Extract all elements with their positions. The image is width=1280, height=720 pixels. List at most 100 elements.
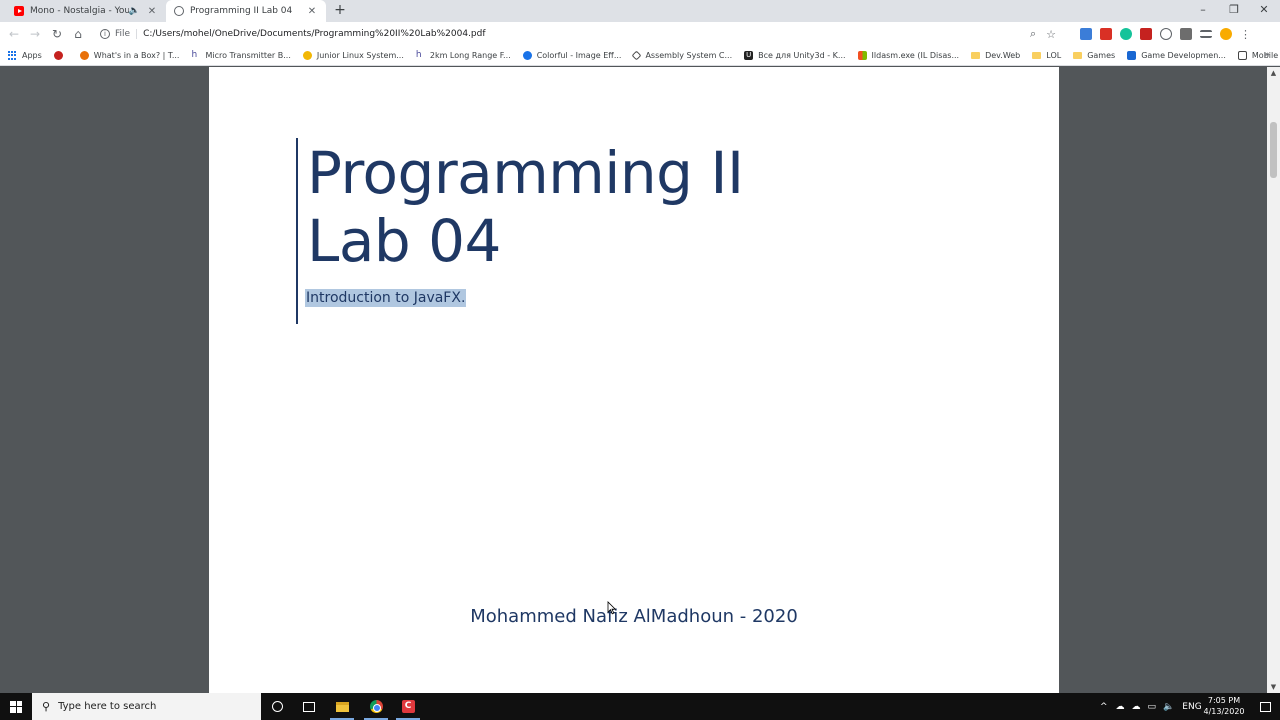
start-button[interactable] xyxy=(0,693,32,720)
scroll-up-icon[interactable]: ▲ xyxy=(1267,67,1280,79)
bookmark-item[interactable]: h Micro Transmitter B... xyxy=(191,51,291,61)
extensions-area: ⋮ xyxy=(1076,24,1251,44)
bookmark-folder[interactable]: Dev.Web xyxy=(971,51,1020,60)
home-icon[interactable]: ⌂ xyxy=(70,26,86,42)
bookmark-label: 2km Long Range F... xyxy=(429,51,511,60)
unity-icon xyxy=(632,50,642,61)
folder-icon xyxy=(971,52,981,59)
bookmarks-bar: Apps What's in a Box? | T... h Micro Tran… xyxy=(0,46,1280,66)
forward-icon[interactable]: → xyxy=(27,26,43,42)
onedrive-icon[interactable]: ☁ xyxy=(1116,702,1125,712)
windows-taskbar: ⚲ Type here to search C ^ ☁ ☁ ▭ 🔈 ENG 7:… xyxy=(0,693,1280,720)
scroll-down-icon[interactable]: ▼ xyxy=(1267,681,1280,693)
bookmark-folder[interactable]: LOL xyxy=(1032,51,1061,60)
info-icon[interactable]: i xyxy=(100,29,110,39)
bookmark-item[interactable]: What's in a Box? | T... xyxy=(79,51,179,60)
bookmark-label: Все для Unity3d - K... xyxy=(758,51,846,60)
bookmark-label: Assembly System C... xyxy=(645,51,733,60)
bookmark-item[interactable]: h 2km Long Range F... xyxy=(416,51,511,61)
minimize-button[interactable]: – xyxy=(1187,0,1219,22)
reading-list-icon[interactable] xyxy=(1200,30,1212,38)
bookmark-label: Games xyxy=(1087,51,1116,60)
browser-toolbar: ← → ↻ ⌂ i File C:/Users/mohel/OneDrive/D… xyxy=(0,22,1280,46)
taskbar-search-box[interactable]: ⚲ Type here to search xyxy=(32,693,261,720)
title-line-2: Lab 04 xyxy=(307,207,501,275)
folder-icon xyxy=(1032,52,1042,59)
tab-pdf[interactable]: Programming II Lab 04 ✕ xyxy=(166,0,326,22)
bookmark-label: Junior Linux System... xyxy=(316,51,404,60)
reload-icon[interactable]: ↻ xyxy=(49,26,65,42)
bookmark-label: Micro Transmitter B... xyxy=(205,51,291,60)
language-indicator[interactable]: ENG xyxy=(1182,702,1201,712)
bookmark-label: Game Developmen... xyxy=(1141,51,1226,60)
address-bar[interactable]: i File C:/Users/mohel/OneDrive/Documents… xyxy=(94,24,1076,44)
bookmarks-overflow-icon[interactable]: » xyxy=(1264,50,1270,60)
colorful-icon xyxy=(522,51,532,60)
chrome-icon xyxy=(369,700,383,713)
star-icon[interactable]: ☆ xyxy=(1046,28,1056,41)
volume-icon[interactable]: 🔈 xyxy=(1163,702,1174,712)
gui-bookmark-icon xyxy=(1237,51,1247,60)
onedrive-sync-icon[interactable]: ☁ xyxy=(1132,702,1141,712)
restore-button[interactable]: ❐ xyxy=(1218,0,1250,22)
bookmark-label: Ildasm.exe (IL Disas... xyxy=(871,51,960,60)
globe-icon xyxy=(174,6,184,16)
document-title[interactable]: Programming II Lab 04 xyxy=(307,139,1007,275)
bookmark-item[interactable]: U Все для Unity3d - K... xyxy=(744,51,846,60)
network-icon[interactable]: ▭ xyxy=(1148,702,1157,712)
close-icon[interactable]: ✕ xyxy=(146,6,158,17)
menu-kebab-icon[interactable]: ⋮ xyxy=(1240,28,1251,41)
clock-time: 7:05 PM xyxy=(1207,696,1241,705)
profile-avatar-icon[interactable] xyxy=(1220,28,1232,40)
bookmark-apps[interactable]: Apps xyxy=(8,51,42,60)
bookmark-item[interactable] xyxy=(53,51,68,60)
bookmark-item[interactable]: Ildasm.exe (IL Disas... xyxy=(857,51,960,60)
bookmark-item[interactable]: Mobile Game GUI |... xyxy=(1237,51,1280,60)
bookmark-label: Apps xyxy=(22,51,42,60)
zoom-icon[interactable]: ⌕ xyxy=(1030,27,1036,41)
tab-strip: Mono - Nostalgia - YouTube 🔈 ✕ Programmi… xyxy=(0,0,1280,22)
vertical-scrollbar[interactable]: ▲ ▼ xyxy=(1267,67,1280,693)
bookmark-item[interactable]: Junior Linux System... xyxy=(302,51,404,60)
task-view-button[interactable] xyxy=(293,693,325,720)
back-icon[interactable]: ← xyxy=(6,26,22,42)
extension-gmail-icon[interactable] xyxy=(1100,28,1112,40)
tab-youtube[interactable]: Mono - Nostalgia - YouTube 🔈 ✕ xyxy=(6,0,166,22)
search-placeholder: Type here to search xyxy=(58,701,157,712)
chrome-button[interactable] xyxy=(360,693,392,720)
system-tray: ^ ☁ ☁ ▭ 🔈 ENG xyxy=(1100,693,1202,720)
scroll-thumb[interactable] xyxy=(1270,122,1277,178)
extension-checkmark-icon[interactable] xyxy=(1080,28,1092,40)
chevron-up-icon[interactable]: ^ xyxy=(1100,702,1108,712)
mouse-cursor-icon xyxy=(607,601,617,615)
pdf-page[interactable]: Programming II Lab 04 Introduction to Ja… xyxy=(209,67,1059,693)
microsoft-icon xyxy=(857,51,867,60)
extension-grammarly-icon[interactable] xyxy=(1120,28,1132,40)
close-window-button[interactable]: ✕ xyxy=(1248,0,1280,22)
screen-recorder-button[interactable]: C xyxy=(392,693,424,720)
extension-facebook-icon[interactable] xyxy=(1180,28,1192,40)
close-icon[interactable]: ✕ xyxy=(306,6,318,17)
windows-logo-icon xyxy=(10,700,22,713)
new-tab-button[interactable]: + xyxy=(332,2,348,18)
file-explorer-button[interactable] xyxy=(326,693,358,720)
bookmark-item[interactable]: Assembly System C... xyxy=(632,50,733,61)
speaker-icon[interactable]: 🔈 xyxy=(129,6,140,16)
cortana-icon xyxy=(271,701,283,712)
extension-red-icon[interactable] xyxy=(1140,28,1152,40)
bookmark-item[interactable]: Colorful - Image Eff... xyxy=(522,51,622,60)
pdf-viewer[interactable]: Programming II Lab 04 Introduction to Ja… xyxy=(0,67,1280,693)
document-author[interactable]: Mohammed Nafiz AlMadhoun - 2020 xyxy=(209,606,1059,627)
url-text[interactable]: C:/Users/mohel/OneDrive/Documents/Progra… xyxy=(143,29,485,39)
notification-icon xyxy=(1259,701,1271,712)
taskbar-clock[interactable]: 7:05 PM 4/13/2020 xyxy=(1202,695,1246,717)
red-bookmark-icon xyxy=(53,51,63,60)
tab-title: Mono - Nostalgia - YouTube xyxy=(30,6,129,16)
action-center-button[interactable] xyxy=(1250,693,1280,720)
bookmark-label: Colorful - Image Eff... xyxy=(536,51,622,60)
bookmark-folder[interactable]: Games xyxy=(1073,51,1115,60)
bookmark-item[interactable]: Game Developmen... xyxy=(1127,51,1226,60)
document-subtitle[interactable]: Introduction to JavaFX. xyxy=(305,289,467,307)
extension-clock-icon[interactable] xyxy=(1160,28,1172,40)
cortana-button[interactable] xyxy=(261,693,293,720)
